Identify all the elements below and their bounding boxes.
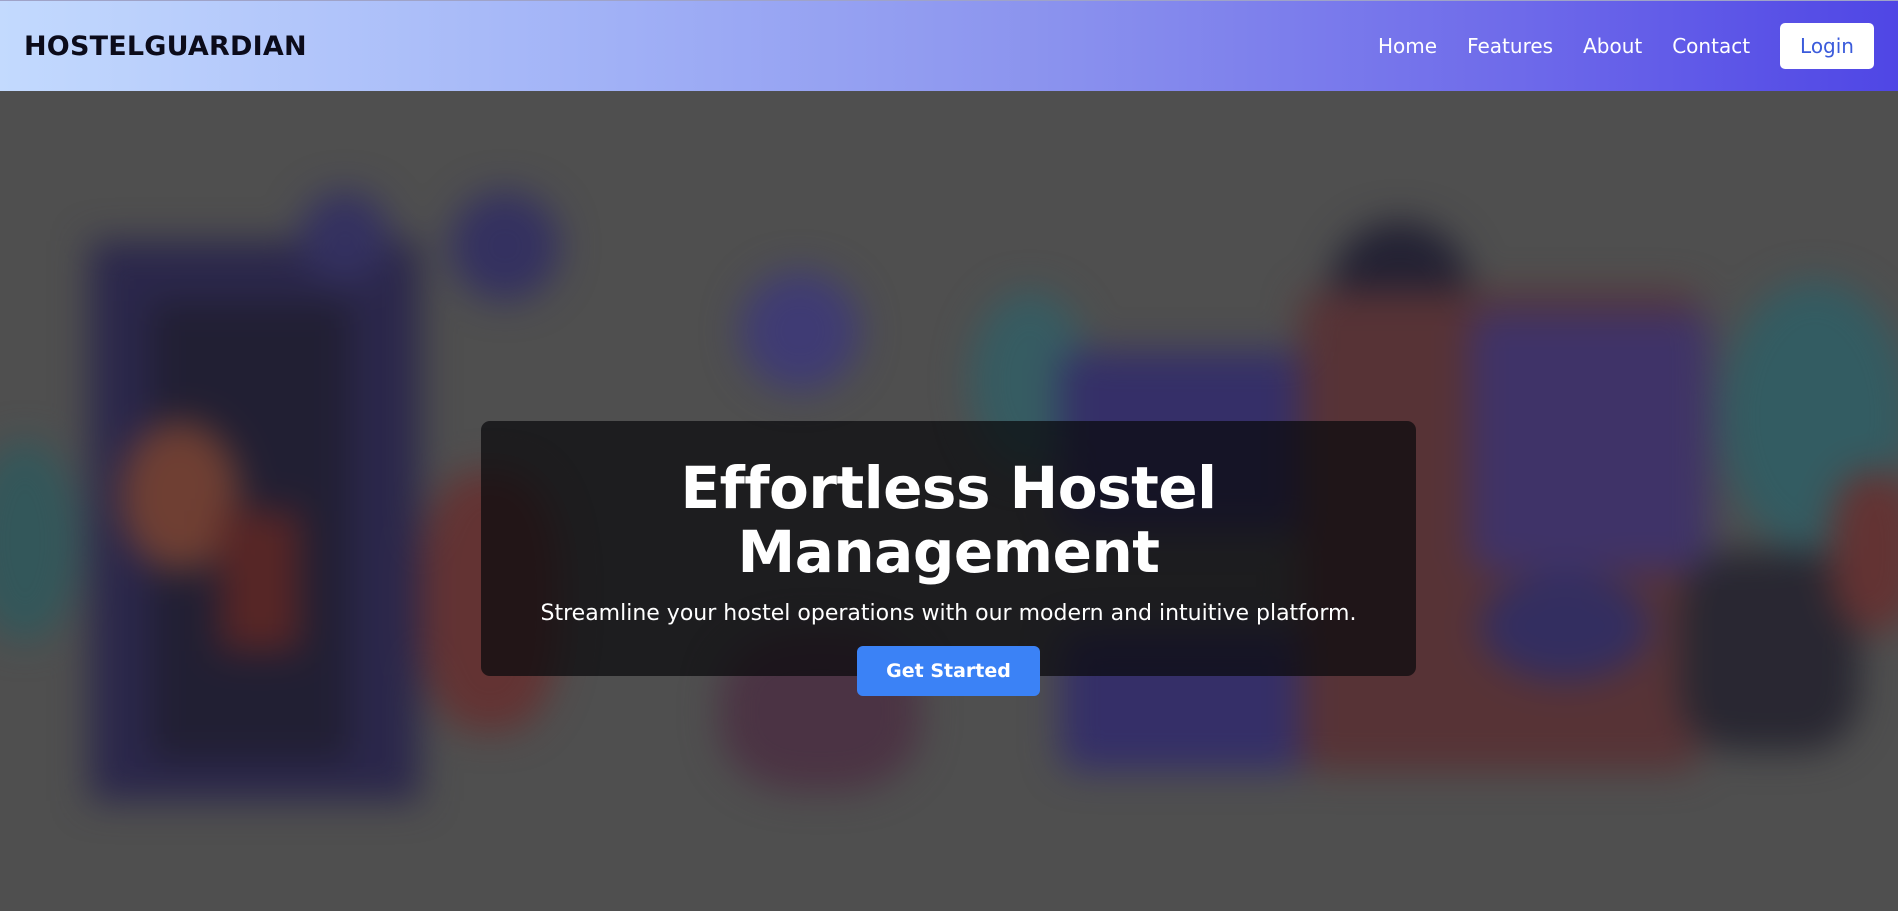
nav-link-contact[interactable]: Contact	[1672, 34, 1750, 58]
nav-links: Home Features About Contact Login	[1348, 23, 1874, 69]
nav-link-features[interactable]: Features	[1467, 34, 1553, 58]
hero-card: Effortless Hostel Management Streamline …	[481, 421, 1416, 696]
nav-link-home[interactable]: Home	[1378, 34, 1437, 58]
hero-title: Effortless Hostel Management	[680, 454, 1217, 586]
landing-page: HOSTELGUARDIAN Home Features About Conta…	[0, 0, 1898, 911]
login-button[interactable]: Login	[1780, 23, 1874, 69]
hero-subtitle: Streamline your hostel operations with o…	[540, 600, 1357, 626]
get-started-button[interactable]: Get Started	[857, 645, 1040, 696]
brand-logo[interactable]: HOSTELGUARDIAN	[24, 31, 307, 62]
nav-link-about[interactable]: About	[1583, 34, 1642, 58]
top-navbar: HOSTELGUARDIAN Home Features About Conta…	[0, 0, 1898, 91]
